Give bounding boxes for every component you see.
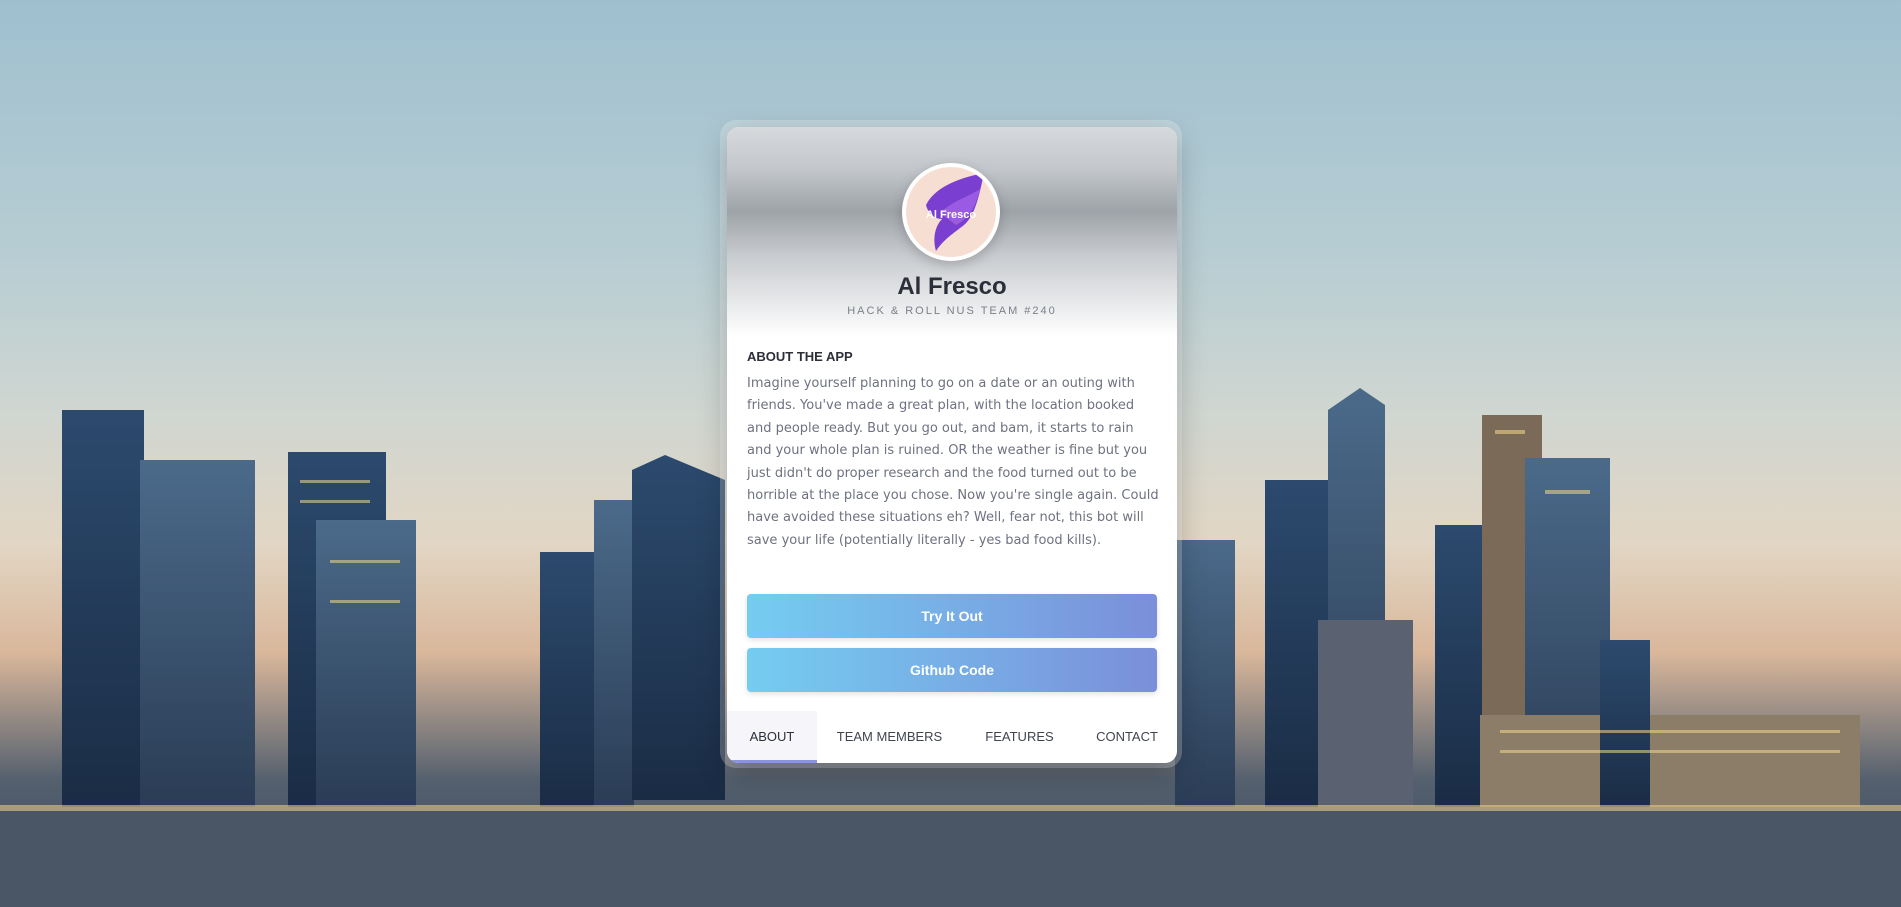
tab-contact[interactable]: CONTACT [1077, 711, 1177, 763]
about-description: Imagine yourself planning to go on a dat… [747, 376, 1159, 548]
app-title: Al Fresco [897, 273, 1007, 300]
bottom-tab-bar: ABOUT TEAM MEMBERS FEATURES CONTACT [727, 711, 1177, 763]
tab-features[interactable]: FEATURES [962, 711, 1077, 763]
about-heading: ABOUT THE APP [747, 349, 853, 364]
tab-about[interactable]: ABOUT [727, 711, 817, 763]
logo-text: Al Fresco [925, 209, 977, 221]
app-logo-avatar: Al Fresco [902, 163, 1000, 261]
try-it-out-button[interactable]: Try It Out [747, 594, 1157, 638]
profile-card: Al Fresco Al Fresco HACK & ROLL NUS TEAM… [727, 127, 1177, 763]
team-subtitle: HACK & ROLL NUS TEAM #240 [847, 305, 1057, 317]
github-code-button[interactable]: Github Code [747, 648, 1157, 692]
tab-team-members[interactable]: TEAM MEMBERS [817, 711, 962, 763]
